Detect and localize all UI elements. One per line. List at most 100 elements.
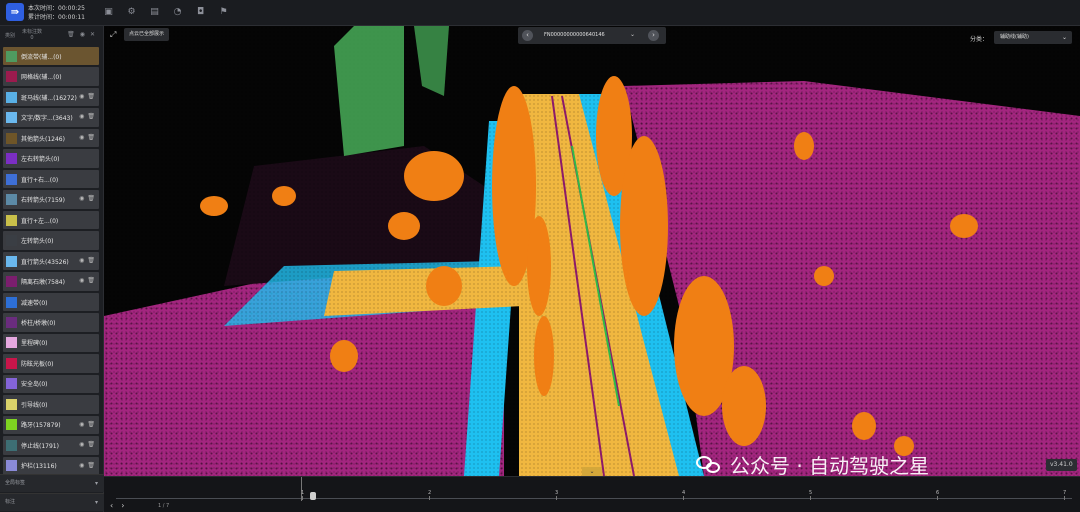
tag-icon[interactable]: ◘ <box>195 7 206 18</box>
class-item[interactable]: 停止线(1791) ◉ 🗑 <box>3 436 99 455</box>
image-icon[interactable]: ▤ <box>149 7 160 18</box>
eye-icon[interactable]: ◉ <box>79 93 84 100</box>
class-item[interactable]: 护栏(13116) ◉ 🗑 <box>3 456 99 476</box>
building <box>334 26 404 156</box>
save-icon[interactable]: ▣ <box>103 7 114 18</box>
flag-icon[interactable]: ⚑ <box>218 7 229 18</box>
frame-timeline[interactable]: 1 2 3 4 5 6 7 ‹ › 1 / 7 <box>104 476 1080 512</box>
delete-icon[interactable]: 🗑 <box>87 113 95 120</box>
class-item[interactable]: 斑马线(辅...(16272) ◉ 🗑 <box>3 87 99 107</box>
class-label: 停止线(1791) <box>21 442 59 450</box>
class-item[interactable]: 直行箭头(43526) ◉ 🗑 <box>3 251 99 271</box>
class-item[interactable]: 左转箭头(0) <box>3 231 99 250</box>
eye-icon[interactable]: ◉ <box>79 257 84 264</box>
class-item[interactable]: 右转箭头(7159) ◉ 🗑 <box>3 190 99 209</box>
class-item[interactable]: 文字/数字...(3643) ◉ 🗑 <box>3 108 99 127</box>
timeline-tick <box>1064 496 1065 500</box>
eye-icon[interactable]: ◉ <box>79 277 84 284</box>
app-logo: ⇛ <box>6 3 24 21</box>
class-item[interactable]: 桥柱/桥墩(0) <box>3 313 99 332</box>
class-color-swatch <box>6 296 17 308</box>
frame-navigator: ‹ FN0000000000064014​6 ⌄ › <box>518 27 666 44</box>
class-color-swatch <box>6 337 17 349</box>
class-color-swatch <box>6 50 17 62</box>
delete-icon[interactable]: 🗑 <box>87 441 95 448</box>
time-total: 累计时间：00:00:11 <box>28 14 85 21</box>
category-select[interactable]: 辅助线(辅助) ⌄ <box>994 31 1072 44</box>
eye-icon[interactable]: ◉ <box>79 462 84 469</box>
eye-icon[interactable]: ◉ <box>79 421 84 428</box>
class-label: 里程碑(0) <box>21 340 48 348</box>
class-header-label: 类别 <box>5 33 16 39</box>
class-actions: ◉ 🗑 <box>79 113 95 120</box>
chevron-left-icon[interactable]: ‹ <box>110 501 113 510</box>
fullscreen-icon[interactable]: ⤢ <box>110 30 120 40</box>
delete-icon[interactable]: 🗑 <box>87 134 95 141</box>
class-item[interactable]: 网格线(辅...(0) <box>3 67 99 86</box>
class-label: 桥柱/桥墩(0) <box>21 319 56 327</box>
version-badge: v3.41.0 <box>1046 459 1077 471</box>
timeline-tick-label: 1 <box>301 490 305 496</box>
class-color-swatch <box>6 173 17 185</box>
delete-all-icon[interactable]: 🗑 <box>67 31 75 38</box>
point-cloud-viewport[interactable]: ⤢ 点云已全部展示 ‹ FN0000000000064014​6 ⌄ › 分类：… <box>104 26 1080 476</box>
class-item[interactable]: 安全岛(0) <box>3 374 99 394</box>
timeline-tick <box>302 496 303 500</box>
class-item[interactable]: 倒流带(辅...(0) <box>3 47 99 66</box>
class-color-swatch <box>6 255 17 267</box>
class-item[interactable]: 防眩光板(0) <box>3 354 99 373</box>
prev-frame-button[interactable]: ‹ <box>522 30 533 41</box>
settings-icon[interactable]: ⚙ <box>126 7 137 18</box>
class-label: 护栏(13116) <box>21 463 57 471</box>
delete-icon[interactable]: 🗑 <box>87 257 95 264</box>
global-tags-section[interactable]: 全局标签 ▾ <box>0 474 104 492</box>
eye-icon[interactable]: ◉ <box>79 113 84 120</box>
class-label: 左右转箭头(0) <box>21 156 60 164</box>
class-item[interactable]: 路牙(157879) ◉ 🗑 <box>3 415 99 435</box>
class-label: 网格线(辅...(0) <box>21 74 62 82</box>
chevron-down-icon[interactable]: ⌄ <box>630 31 635 38</box>
class-item[interactable]: 直行+左...(0) <box>3 210 99 230</box>
show-all-button[interactable]: 点云已全部展示 <box>124 28 170 41</box>
class-color-swatch <box>6 378 17 390</box>
class-color-swatch <box>6 132 17 144</box>
class-actions: ◉ 🗑 <box>79 93 95 100</box>
frame-id-select[interactable]: FN0000000000064014​6 <box>544 32 605 38</box>
delete-icon[interactable]: 🗑 <box>87 277 95 284</box>
delete-icon[interactable]: 🗑 <box>87 462 95 469</box>
category-filter: 分类： 辅助线(辅助) ⌄ <box>970 31 1072 44</box>
timeline-scrubber[interactable] <box>310 492 316 500</box>
class-color-swatch <box>6 460 17 472</box>
class-label: 倒流带(辅...(0) <box>21 53 62 61</box>
class-item[interactable]: 左右转箭头(0) <box>3 149 99 168</box>
eye-all-icon[interactable]: ◉ <box>80 31 85 38</box>
class-color-swatch <box>6 194 17 206</box>
collapse-timeline-button[interactable]: ⌄ <box>582 467 602 476</box>
class-item[interactable]: 减速带(0) <box>3 292 99 312</box>
next-frame-button[interactable]: › <box>648 30 659 41</box>
eye-icon[interactable]: ◉ <box>79 134 84 141</box>
class-panel: 类别 未标注数 0 🗑 ◉ ✕ 倒流带(辅...(0) 网格线(辅...(0) 斑马… <box>0 26 104 512</box>
chevron-right-icon[interactable]: › <box>121 501 124 510</box>
class-item[interactable]: 里程碑(0) <box>3 333 99 353</box>
delete-icon[interactable]: 🗑 <box>87 421 95 428</box>
class-item[interactable]: 隔离石墩(7584) ◉ 🗑 <box>3 272 99 291</box>
class-color-swatch <box>6 153 17 165</box>
category-label: 分类： <box>970 36 989 43</box>
delete-icon[interactable]: 🗑 <box>87 195 95 202</box>
eye-icon[interactable]: ◉ <box>79 195 84 202</box>
refresh-icon[interactable]: ◔ <box>172 7 183 18</box>
class-color-swatch <box>6 91 17 103</box>
class-item[interactable]: 引导线(0) <box>3 395 99 414</box>
class-item[interactable]: 直行+右...(0) <box>3 169 99 189</box>
page-indicator: 1 / 7 <box>158 503 170 509</box>
close-icon[interactable]: ✕ <box>90 31 95 38</box>
unlabeled-count: 未标注数 0 <box>22 29 42 41</box>
class-item[interactable]: 其他箭头(1246) ◉ 🗑 <box>3 128 99 148</box>
class-color-swatch <box>6 112 17 124</box>
timeline-tick-label: 7 <box>1063 490 1067 496</box>
eye-icon[interactable]: ◉ <box>79 441 84 448</box>
timeline-track[interactable] <box>116 492 1072 500</box>
annotations-section[interactable]: 标注 ▾ <box>0 493 104 511</box>
delete-icon[interactable]: 🗑 <box>87 93 95 100</box>
